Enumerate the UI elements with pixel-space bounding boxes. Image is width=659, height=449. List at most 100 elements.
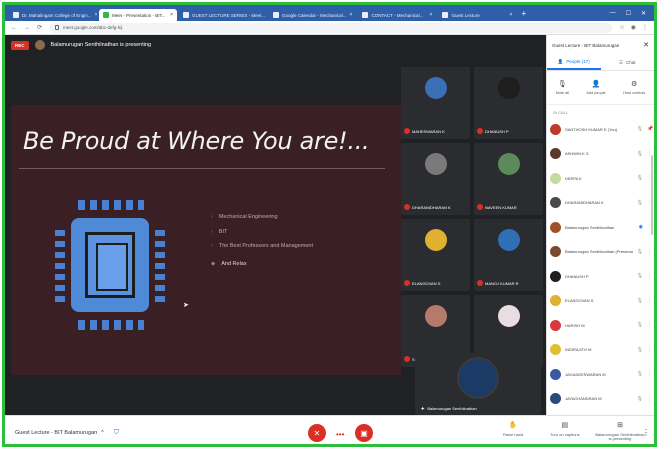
more-options-icon[interactable]: ⋮ xyxy=(647,347,652,353)
camera-toggle-button[interactable]: ▣ xyxy=(355,424,373,442)
new-tab-button[interactable]: + xyxy=(521,9,526,18)
host-controls-button[interactable]: ⚙ Host controls xyxy=(623,80,645,95)
tab-people[interactable]: 👤 People (17) xyxy=(547,55,601,70)
window-close-icon[interactable]: ✕ xyxy=(641,10,646,17)
list-item[interactable]: ELANGOVAN S 🎙 ⋮ xyxy=(550,289,652,314)
raise-hand-button[interactable]: ✋ Raise hand xyxy=(503,422,523,437)
list-item[interactable]: JAGADEESWARAN M 🎙 ⋮ xyxy=(550,362,652,387)
slide-bullets: › Mechanical Engineering › BIT › The Best P… xyxy=(211,214,313,276)
meeting-details-button[interactable]: Guest Lecture - BIT Balamurugan ^ ⛉ xyxy=(15,429,119,437)
more-options-icon[interactable]: ⋮ xyxy=(647,249,652,255)
participant-tile[interactable]: DHANUSH P xyxy=(474,67,543,139)
chip-pins-top xyxy=(78,200,144,210)
captions-button[interactable]: ▤ Turn on captions xyxy=(550,422,580,437)
mic-off-icon[interactable]: 🎙 xyxy=(637,200,643,206)
mic-on-icon[interactable]: ◉ xyxy=(639,224,643,230)
tile-name: MANOJ KUMAR R xyxy=(485,280,519,286)
mic-off-icon[interactable]: 🎙 xyxy=(637,126,643,132)
more-options-icon[interactable]: ⋮ xyxy=(647,396,652,402)
forward-icon[interactable]: → xyxy=(24,25,30,31)
participant-name: ELANGOVAN S xyxy=(565,298,594,304)
panel-scrollbar[interactable] xyxy=(651,155,653,235)
mic-off-icon[interactable]: 🎙 xyxy=(637,273,643,279)
mic-off-icon[interactable]: 🎙 xyxy=(637,249,643,255)
account-icon[interactable]: ◉ xyxy=(631,24,636,31)
browser-tab[interactable]: GUEST LECTURE SERIES - Meet...× xyxy=(179,9,267,21)
mic-off-icon[interactable]: 🎙 xyxy=(637,175,643,181)
list-item[interactable]: DHANUSH P 🎙 ⋮ xyxy=(550,264,652,289)
list-item[interactable]: JAYACHANDRAN M 🎙 ⋮ xyxy=(550,387,652,412)
minimize-icon[interactable]: — xyxy=(610,10,616,17)
mic-off-icon[interactable]: 🎙 xyxy=(637,347,643,353)
browser-tab[interactable]: Dr. Mahalingam College of Engin...× xyxy=(9,9,97,21)
add-people-button[interactable]: 👤 Add people xyxy=(586,80,605,95)
present-icon: ⊞ xyxy=(617,422,623,429)
browser-tab[interactable]: CONTACT - Mechanical... × xyxy=(358,9,436,21)
list-item[interactable]: INDIRAJITH M 🎙 ⋮ xyxy=(550,338,652,363)
tab-label: Chat xyxy=(626,60,636,65)
favicon-icon xyxy=(183,12,189,18)
favicon-icon xyxy=(442,12,449,18)
participant-tile[interactable]: ELANGOVAN S xyxy=(401,219,470,291)
url-field[interactable]: meet.google.com/abc-defg-hij xyxy=(49,22,613,33)
list-item[interactable]: HARISH M 🎙 ⋮ xyxy=(550,313,652,338)
bullet-arrow-icon: › xyxy=(211,228,213,235)
mic-off-icon[interactable]: 🎙 xyxy=(637,396,643,402)
self-tile[interactable]: ✚ Balamurugan Senthilnathan xyxy=(415,353,541,415)
close-icon[interactable]: × xyxy=(510,12,513,18)
close-icon[interactable]: × xyxy=(350,12,353,18)
mic-off-icon[interactable]: 🎙 xyxy=(637,371,643,377)
tile-label: DHANUSH P xyxy=(477,128,541,134)
control-label: Turn on captions xyxy=(550,431,580,437)
mic-toggle-button[interactable]: ✕ xyxy=(308,424,326,442)
star-icon[interactable]: ☆ xyxy=(619,24,624,31)
mic-off-icon[interactable]: 🎙 xyxy=(637,298,643,304)
back-icon[interactable]: ← xyxy=(11,25,17,31)
list-item[interactable]: DEEPA K 🎙 ⋮ xyxy=(550,166,652,191)
mute-all-button[interactable]: 🎙 Mute all xyxy=(556,80,569,95)
participant-tile[interactable]: MAHESWARAN K xyxy=(401,67,470,139)
bullet-arrow-icon: › xyxy=(211,214,213,220)
more-options-icon[interactable]: ⋮ xyxy=(647,273,652,279)
more-options-icon[interactable]: ⋮ xyxy=(647,298,652,304)
list-item[interactable]: DHARANIDHARAN K 🎙 ⋮ xyxy=(550,191,652,216)
reload-icon[interactable]: ⟳ xyxy=(37,24,42,31)
browser-tab[interactable]: Google Calendar - Mechanical... × xyxy=(269,9,356,21)
present-status-button[interactable]: ⊞ Balamurugan Senthilnathan is presenting xyxy=(595,422,645,441)
participant-tile[interactable]: NAVEEN KUMAR xyxy=(474,143,543,215)
tile-label: MANOJ KUMAR R xyxy=(477,280,541,286)
avatar xyxy=(550,148,561,160)
participant-tile[interactable]: MANOJ KUMAR R xyxy=(474,219,543,291)
menu-icon[interactable]: ⋮ xyxy=(642,428,650,437)
close-icon[interactable]: × xyxy=(170,12,173,18)
more-options-icon[interactable]: ⋮ xyxy=(647,322,652,328)
more-options-dots[interactable]: ••• xyxy=(336,430,344,439)
tab-chat[interactable]: ☰ Chat xyxy=(601,55,655,70)
close-panel-icon[interactable]: ✕ xyxy=(643,41,649,49)
more-options-icon[interactable]: ⋮ xyxy=(647,371,652,377)
chevron-up-icon: ^ xyxy=(101,430,104,436)
meeting-control-bar: Guest Lecture - BIT Balamurugan ^ ⛉ ✕ ••… xyxy=(5,415,654,444)
panel-actions: 🎙 Mute all 👤 Add people ⚙ Host controls xyxy=(547,71,654,105)
mic-off-icon[interactable]: 🎙 xyxy=(637,322,643,328)
menu-icon[interactable]: ⋮ xyxy=(642,24,648,31)
tab-title: Dr. Mahalingam College of Engin... xyxy=(22,12,92,18)
presenter-avatar xyxy=(34,40,45,50)
participant-name: Balamurugan Senthilnathan xyxy=(565,224,615,230)
slide-bullet: ◆ And Relax xyxy=(211,261,313,268)
shield-icon[interactable]: ⛉ xyxy=(114,429,119,437)
mic-off-icon[interactable]: 🎙 xyxy=(637,151,643,157)
list-item[interactable]: ASHWIN K S 🎙 ⋮ xyxy=(550,142,652,167)
host-controls-icon: ⚙ xyxy=(631,81,638,88)
list-item[interactable]: Balamurugan Senthilnathan (Presentation)… xyxy=(550,240,652,265)
participant-tile[interactable]: DHARANIDHARAN K xyxy=(401,143,470,215)
pin-icon[interactable]: 📌 xyxy=(647,126,653,132)
close-icon[interactable]: × xyxy=(430,12,433,18)
browser-tab-active[interactable]: Meet - Presentation - BIT... × xyxy=(99,9,177,21)
list-item[interactable]: SANTHOSH KUMAR E (You) 🎙 📌 xyxy=(550,117,653,142)
close-icon[interactable]: × xyxy=(95,12,97,18)
maximize-icon[interactable]: ☐ xyxy=(626,10,631,17)
browser-tab[interactable]: Guest Lecture × xyxy=(438,9,516,21)
tab-title: Google Calendar - Mechanical... xyxy=(282,12,347,18)
list-item[interactable]: Balamurugan Senthilnathan ◉ ⋮ xyxy=(550,215,652,240)
